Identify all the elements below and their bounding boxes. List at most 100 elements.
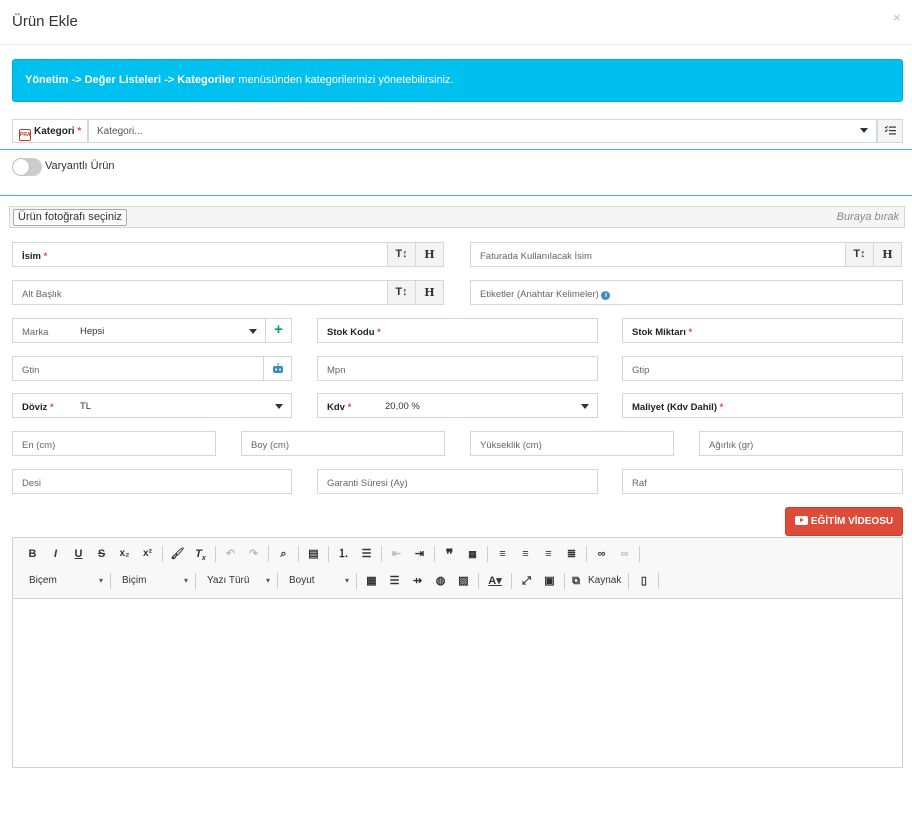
category-list-button[interactable]	[877, 119, 903, 143]
stock-qty-input[interactable]	[700, 318, 903, 343]
weight-input[interactable]	[760, 431, 903, 456]
choose-photo-button[interactable]: Ürün fotoğrafı seçiniz	[13, 209, 127, 226]
numbered-list-icon[interactable]: ⒈	[332, 544, 355, 564]
alert-path: Yönetim -> Değer Listeleri -> Kategorile…	[25, 74, 236, 86]
page-break-icon[interactable]: ⇸	[406, 571, 429, 591]
currency-group: Döviz * TL	[12, 393, 292, 418]
shelf-input[interactable]	[683, 469, 903, 494]
source-icon[interactable]: ⧉	[568, 571, 584, 591]
align-justify-icon[interactable]: ≣	[560, 544, 583, 564]
font-combo[interactable]: Yazı Türü	[199, 571, 274, 591]
heading-button[interactable]: H	[416, 242, 444, 267]
remove-format-icon[interactable]: Tx	[189, 544, 212, 564]
outdent-icon[interactable]: ⇤	[385, 544, 408, 564]
gtin-input[interactable]	[72, 356, 264, 381]
subscript-button[interactable]: x₂	[113, 544, 136, 564]
show-blocks-icon[interactable]: ▣	[538, 571, 561, 591]
text-case-button[interactable]: T↕	[388, 242, 416, 267]
table-icon[interactable]: ▦	[360, 571, 383, 591]
heading-button[interactable]: H	[874, 242, 902, 267]
align-right-icon[interactable]: ≡	[537, 544, 560, 564]
chevron-down-icon	[860, 128, 868, 133]
subtitle-group: Alt Başlık T↕ H	[12, 280, 445, 305]
toggle-knob	[13, 159, 29, 175]
add-brand-button[interactable]: +	[266, 318, 292, 343]
heading-button[interactable]: H	[416, 280, 444, 305]
indent-icon[interactable]: ⇥	[408, 544, 431, 564]
unlink-icon[interactable]: ∞	[613, 544, 636, 564]
category-row: PRA Kategori * Kategori...	[12, 119, 903, 143]
bold-button[interactable]: B	[21, 544, 44, 564]
mpn-input[interactable]	[377, 356, 598, 381]
desi-label: Desi	[12, 469, 73, 494]
undo-icon[interactable]: ↶	[219, 544, 242, 564]
currency-select[interactable]: TL	[72, 393, 292, 418]
align-center-icon[interactable]: ≡	[514, 544, 537, 564]
format-combo[interactable]: Biçim	[114, 571, 192, 591]
robot-button[interactable]	[264, 356, 292, 381]
copy-format-icon[interactable]: 🖌	[166, 544, 189, 564]
vat-select[interactable]: 20,00 %	[377, 393, 598, 418]
chevron-down-icon	[581, 404, 589, 409]
warranty-group: Garanti Süresi (Ay)	[317, 469, 598, 494]
close-icon[interactable]: ×	[893, 10, 901, 25]
mpn-group: Mpn	[317, 356, 598, 381]
category-select[interactable]: Kategori...	[88, 119, 877, 143]
variant-toggle[interactable]	[12, 158, 42, 176]
gtin-group: Gtin	[12, 356, 292, 381]
photo-dropzone[interactable]: Ürün fotoğrafı seçiniz Buraya bırak	[9, 206, 905, 228]
div-container-icon[interactable]: ▦	[461, 544, 484, 564]
mpn-label: Mpn	[317, 356, 378, 381]
weight-label: Ağırlık (gr)	[699, 431, 761, 456]
underline-button[interactable]: U	[67, 544, 90, 564]
cost-input[interactable]	[732, 393, 903, 418]
horizontal-line-icon[interactable]: ☰	[383, 571, 406, 591]
name-label: İsim *	[12, 242, 73, 267]
length-input[interactable]	[301, 431, 445, 456]
styles-combo[interactable]: Biçem	[21, 571, 107, 591]
blockquote-icon[interactable]: ❞	[438, 544, 461, 564]
subtitle-input[interactable]	[72, 280, 388, 305]
width-input[interactable]	[72, 431, 216, 456]
drop-hint: Buraya bırak	[836, 211, 899, 223]
editor-content-area[interactable]	[13, 599, 902, 767]
stock-code-input[interactable]	[386, 318, 598, 343]
templates-icon[interactable]: ▯	[632, 571, 655, 591]
tags-input[interactable]	[618, 280, 903, 305]
height-input[interactable]	[547, 431, 674, 456]
text-case-button[interactable]: T↕	[846, 242, 874, 267]
text-color-icon[interactable]: A▾	[482, 571, 508, 591]
info-icon[interactable]: i	[601, 291, 611, 300]
info-alert: Yönetim -> Değer Listeleri -> Kategorile…	[12, 59, 903, 102]
link-icon[interactable]: ∞	[590, 544, 613, 564]
align-left-icon[interactable]: ≡	[491, 544, 514, 564]
select-all-icon[interactable]: ▤	[302, 544, 325, 564]
size-combo[interactable]: Boyut	[281, 571, 353, 591]
pra-badge-icon: PRA	[19, 129, 31, 141]
name-input[interactable]	[72, 242, 388, 267]
brand-select[interactable]: Hepsi	[72, 318, 266, 343]
find-icon[interactable]: ⌕	[272, 544, 295, 564]
text-case-button[interactable]: T↕	[388, 280, 416, 305]
desi-input[interactable]	[72, 469, 292, 494]
gtip-input[interactable]	[683, 356, 903, 381]
source-button[interactable]: Kaynak	[584, 571, 625, 591]
youtube-icon	[794, 516, 808, 525]
height-label: Yükseklik (cm)	[470, 431, 548, 456]
globe-icon[interactable]: ◍	[429, 571, 452, 591]
redo-icon[interactable]: ↷	[242, 544, 265, 564]
italic-button[interactable]: I	[44, 544, 67, 564]
rich-text-editor: B I U S x₂ x² 🖌 Tx ↶ ↷ ⌕ ▤ ⒈ ☰ ⇤ ⇥ ❞ ▦ ≡…	[12, 537, 903, 768]
strike-button[interactable]: S	[90, 544, 113, 564]
gtip-label: Gtip	[622, 356, 684, 381]
warranty-input[interactable]	[412, 469, 598, 494]
maximize-icon[interactable]: ⤢	[515, 571, 538, 591]
currency-label: Döviz *	[12, 393, 73, 418]
bulleted-list-icon[interactable]: ☰	[355, 544, 378, 564]
image-icon[interactable]: ▨	[452, 571, 475, 591]
training-video-button[interactable]: EĞİTİM VİDEOSU	[785, 507, 903, 536]
invoice-name-input[interactable]	[598, 242, 846, 267]
length-group: Boy (cm)	[241, 431, 445, 456]
superscript-button[interactable]: x²	[136, 544, 159, 564]
name-group: İsim * T↕ H	[12, 242, 445, 267]
